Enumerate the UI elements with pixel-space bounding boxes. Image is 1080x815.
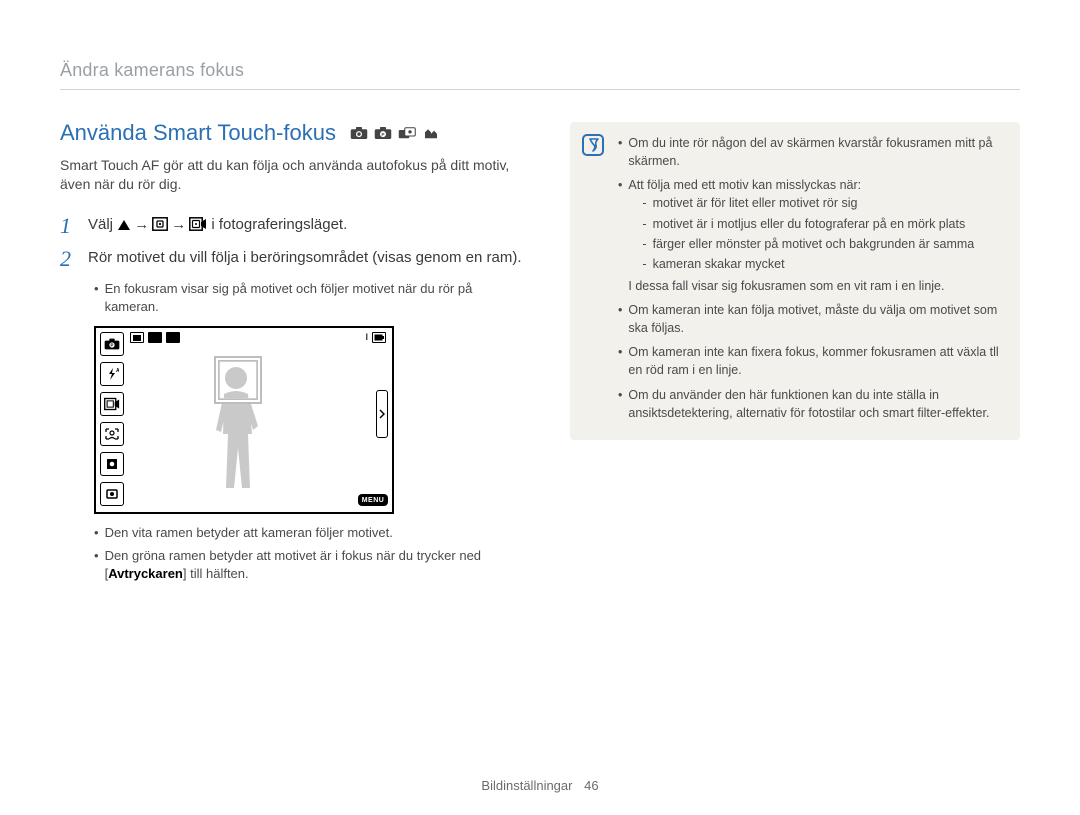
step-2-sub-text: En fokusram visar sig på motivet och föl… [105, 280, 530, 316]
step-number-2: 2 [60, 247, 78, 270]
footer-page-number: 46 [584, 778, 598, 793]
note-3: Om kameran inte kan följa motivet, måste… [628, 301, 1004, 337]
dual-mode-icon [398, 126, 416, 140]
note-4: Om kameran inte kan fixera fokus, kommer… [628, 343, 1004, 379]
camera-mode-icon: P [374, 126, 392, 140]
preview-count-icon: I [365, 332, 368, 343]
arrow-1: → [131, 216, 152, 233]
note-icon [582, 134, 604, 156]
after-preview-text-1: Den vita ramen betyder att kameran följe… [105, 524, 393, 542]
section-title-text: Använda Smart Touch-fokus [60, 120, 336, 146]
breadcrumb: Ändra kamerans fokus [60, 60, 1020, 90]
note-2d: kameran skakar mycket [653, 255, 785, 273]
camera-mode-icon [350, 126, 368, 140]
preview-flash-button: A [100, 362, 124, 386]
preview-filter-button [100, 452, 124, 476]
svg-text:P: P [111, 343, 114, 348]
step-1-suffix: i fotograferingsläget. [207, 216, 347, 233]
scene-mode-icon [422, 126, 440, 140]
preview-top-indicator-icon [130, 332, 144, 343]
battery-icon [372, 332, 386, 343]
up-triangle-icon [117, 219, 131, 231]
focus-track-icon [189, 217, 207, 231]
section-title: Använda Smart Touch-fokus P [60, 120, 530, 146]
preview-side-handle [376, 390, 388, 438]
arrow-2: → [168, 216, 189, 233]
preview-focus-frame [214, 356, 262, 404]
intro-text: Smart Touch AF gör att du kan följa och … [60, 156, 530, 194]
preview-menu-button: MENU [358, 494, 388, 506]
step-1-body: Välj → → i fotograferingsläget. [88, 214, 347, 237]
preview-mode-button: P [100, 332, 124, 356]
note-2a: motivet är för litet eller motivet rör s… [653, 194, 858, 212]
after-preview-bullet-1: • Den vita ramen betyder att kameran föl… [94, 524, 530, 542]
step-1-prefix: Välj [88, 216, 117, 233]
preview-focus-button [100, 392, 124, 416]
preview-top-indicator-icon [148, 332, 162, 343]
note-2-tail: I dessa fall visar sig fokusramen som en… [628, 277, 1004, 295]
preview-settings-button [100, 482, 124, 506]
step-number-1: 1 [60, 214, 78, 237]
after-preview-text-2: Den gröna ramen betyder att motivet är i… [105, 547, 530, 583]
note-1: Om du inte rör någon del av skärmen kvar… [628, 134, 1004, 170]
note-box: •Om du inte rör någon del av skärmen kva… [570, 122, 1020, 440]
preview-face-button [100, 422, 124, 446]
note-2: Att följa med ett motiv kan misslyckas n… [628, 176, 1004, 194]
after-preview-bullet-2: • Den gröna ramen betyder att motivet är… [94, 547, 530, 583]
step-2-body: Rör motivet du vill följa i beröringsomr… [88, 247, 522, 270]
note-2b: motivet är i motljus eller du fotografer… [653, 215, 966, 233]
step-2-sub-bullet: • En fokusram visar sig på motivet och f… [94, 280, 530, 316]
camera-lcd-preview: P A [94, 326, 394, 514]
footer-section: Bildinställningar [481, 778, 572, 793]
page-footer: Bildinställningar 46 [0, 778, 1080, 793]
svg-text:A: A [116, 368, 119, 374]
note-2c: färger eller mönster på motivet och bakg… [653, 235, 975, 253]
note-5: Om du använder den här funktionen kan du… [628, 386, 1004, 422]
focus-square-icon [152, 217, 168, 231]
preview-top-indicator-icon [166, 332, 180, 343]
svg-text:P: P [381, 132, 384, 137]
